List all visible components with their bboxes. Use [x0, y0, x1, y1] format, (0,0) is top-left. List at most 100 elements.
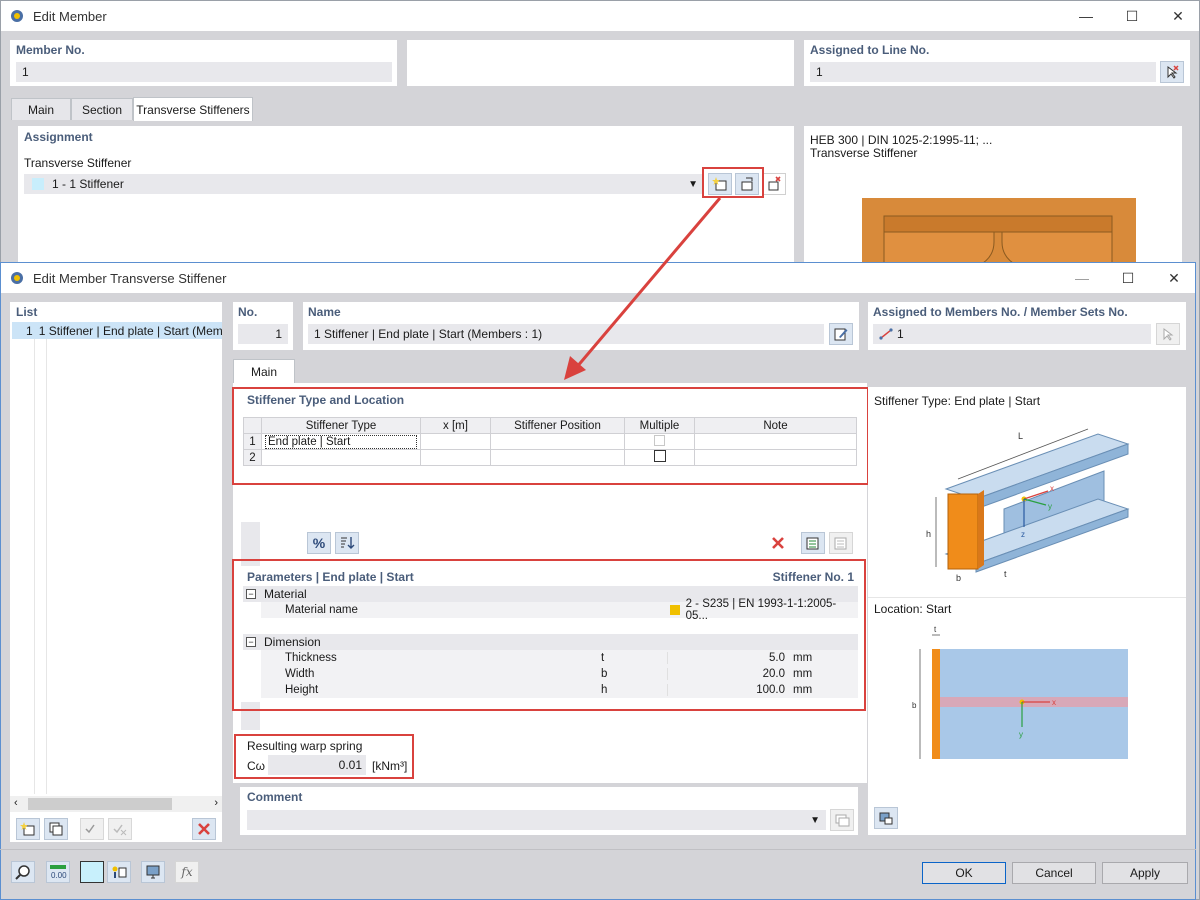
- tab-transverse-stiffeners[interactable]: Transverse Stiffeners: [133, 97, 253, 121]
- stiffener-label: Transverse Stiffener: [24, 156, 132, 170]
- export-table-button[interactable]: [801, 532, 825, 554]
- comment-icon: [835, 814, 850, 827]
- dialog-close-button[interactable]: ✕: [1151, 263, 1197, 293]
- comment-edit-button[interactable]: [830, 809, 854, 831]
- member-no-label: Member No.: [16, 43, 85, 57]
- structure-button[interactable]: [107, 861, 131, 883]
- maximize-button[interactable]: ☐: [1109, 1, 1155, 31]
- assigned-line-field[interactable]: 1: [810, 62, 1156, 82]
- no-label: No.: [238, 305, 258, 319]
- import-table-button[interactable]: [829, 532, 853, 554]
- annotation-arrow: [564, 197, 722, 380]
- graphics-options-icon: [879, 812, 893, 825]
- assigned-members-panel: Assigned to Members No. / Member Sets No…: [868, 302, 1186, 350]
- stiffener-color-swatch: [32, 178, 44, 190]
- color-button[interactable]: [80, 861, 104, 883]
- stiffener-type-caption: Stiffener Type: End plate | Start: [874, 394, 1041, 408]
- stiffener-select-value: 1 - 1 Stiffener: [52, 177, 124, 191]
- sort-button[interactable]: [335, 532, 359, 554]
- tab-section[interactable]: Section: [71, 98, 133, 120]
- stiffener-3d-graphic: L h b t x y z: [926, 428, 1130, 583]
- stiffener-location-graphic: t b x y: [912, 625, 1128, 759]
- view-icon: [146, 865, 160, 879]
- dialog-title: Edit Member Transverse Stiffener: [33, 270, 227, 286]
- uncheck-icon: [113, 824, 127, 836]
- units-button[interactable]: 0.00: [46, 861, 70, 883]
- delete-row-button[interactable]: [766, 532, 790, 554]
- scroll-thumb[interactable]: [28, 798, 172, 810]
- scroll-right-icon[interactable]: ›: [214, 797, 218, 809]
- assigned-line-panel: Assigned to Line No. 1: [804, 40, 1190, 86]
- decimals-icon: 0.00: [50, 865, 67, 880]
- member-no-field[interactable]: 1: [16, 62, 392, 82]
- formula-button[interactable]: fx: [175, 861, 199, 883]
- search-help-icon: [15, 865, 30, 880]
- window-title: Edit Member: [33, 8, 107, 24]
- dialog-app-icon: [11, 272, 23, 284]
- list-uncheck-button[interactable]: [108, 818, 132, 840]
- edit-pencil-icon: [834, 328, 848, 341]
- structure-icon: [112, 866, 127, 878]
- assignment-label: Assignment: [24, 130, 93, 144]
- sort-icon: [341, 537, 355, 549]
- member-no-panel: Member No. 1: [10, 40, 397, 86]
- svg-text:0.00: 0.00: [51, 871, 67, 880]
- cursor-pick-icon: [1167, 65, 1179, 79]
- scroll-left-icon[interactable]: ‹: [14, 797, 18, 809]
- list-guide-line: [34, 339, 35, 794]
- svg-text:b: b: [956, 573, 961, 583]
- list-item-text: 1 Stiffener | End plate | Start (Mem: [38, 323, 222, 338]
- list-new-button[interactable]: [16, 818, 40, 840]
- list-hscrollbar[interactable]: ‹ ›: [10, 796, 222, 812]
- list-item[interactable]: 1 1 Stiffener | End plate | Start (Mem: [12, 322, 222, 339]
- list-delete-button[interactable]: [192, 818, 216, 840]
- cursor-pick-icon: [1163, 328, 1174, 341]
- view-button[interactable]: [141, 861, 165, 883]
- no-value: 1: [275, 327, 282, 341]
- cancel-button[interactable]: Cancel: [1012, 862, 1096, 884]
- svg-text:t: t: [1004, 569, 1007, 579]
- edit-member-titlebar: Edit Member: [1, 1, 1199, 31]
- svg-text:x: x: [1052, 698, 1056, 707]
- delete-icon: [198, 823, 210, 835]
- no-field[interactable]: 1: [238, 324, 288, 344]
- svg-text:h: h: [926, 529, 931, 539]
- list-check-button[interactable]: [80, 818, 104, 840]
- apply-button[interactable]: Apply: [1102, 862, 1188, 884]
- dialog-minimize-button[interactable]: —: [1059, 263, 1105, 293]
- percent-button[interactable]: %: [307, 532, 331, 554]
- close-button[interactable]: ✕: [1155, 1, 1200, 31]
- chevron-down-icon[interactable]: ▼: [810, 815, 820, 826]
- list-label: List: [16, 305, 38, 319]
- tab-main[interactable]: Main: [11, 98, 71, 120]
- list-item-no: 1: [26, 323, 33, 338]
- list-guide-line-2: [46, 339, 47, 794]
- comment-panel: Comment ▼: [240, 787, 858, 835]
- assigned-members-value: 1: [897, 327, 904, 341]
- check-icon: [85, 824, 95, 834]
- graphics-panel: Stiffener Type: End plate | Start L h b …: [868, 387, 1186, 835]
- comment-field[interactable]: ▼: [247, 810, 826, 830]
- tab-dialog-main[interactable]: Main: [233, 359, 295, 383]
- pick-members-button[interactable]: [1156, 323, 1180, 345]
- graphics-options-button[interactable]: [874, 807, 898, 829]
- dialog-maximize-button[interactable]: ☐: [1105, 263, 1151, 293]
- no-panel: No. 1: [233, 302, 293, 350]
- delete-item-icon: [768, 176, 781, 191]
- section-preview-panel: HEB 300 | DIN 1025-2:1995-11; ... Transv…: [804, 126, 1182, 266]
- list-copy-button[interactable]: [44, 818, 68, 840]
- assigned-members-field[interactable]: 1: [873, 324, 1151, 344]
- edit-name-button[interactable]: [829, 323, 853, 345]
- pick-line-button[interactable]: [1160, 61, 1184, 83]
- app-icon: [11, 10, 23, 22]
- minimize-button[interactable]: —: [1063, 1, 1109, 31]
- assigned-line-label: Assigned to Line No.: [810, 43, 930, 57]
- svg-text:b: b: [912, 701, 917, 710]
- svg-text:z: z: [1021, 530, 1025, 539]
- delete-stiffener-button[interactable]: [762, 173, 786, 195]
- name-label: Name: [308, 305, 341, 319]
- help-button[interactable]: [11, 861, 35, 883]
- bottom-bar-divider: [0, 849, 1196, 850]
- chevron-down-icon: ▼: [688, 178, 698, 190]
- ok-button[interactable]: OK: [922, 862, 1006, 884]
